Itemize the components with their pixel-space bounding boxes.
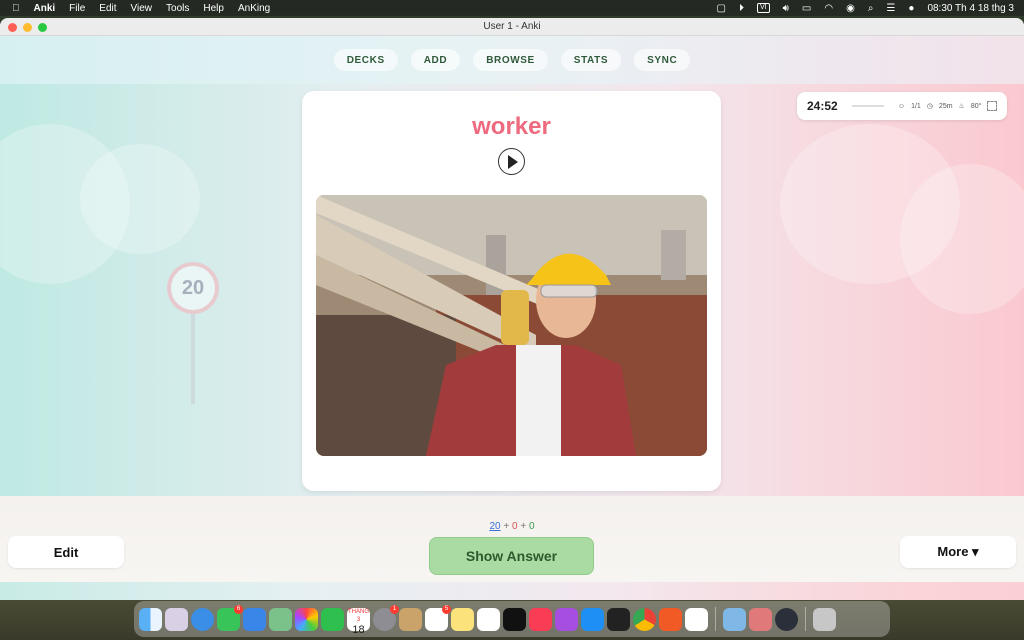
add-button[interactable]: ADD — [410, 49, 461, 71]
dock-separator — [715, 607, 716, 631]
preview-icon[interactable] — [685, 607, 708, 631]
fullscreen-icon[interactable] — [987, 101, 997, 111]
menu-bar:  Anki File Edit View Tools Help AnKing … — [0, 0, 1024, 16]
chrome-icon[interactable] — [633, 607, 656, 631]
more-button[interactable]: More ▾ — [900, 536, 1016, 568]
control-center-icon[interactable]: ☰ — [886, 3, 895, 14]
browse-button[interactable]: BROWSE — [473, 49, 548, 71]
dock-separator — [805, 607, 806, 631]
messages-icon[interactable]: 6 — [217, 604, 243, 631]
new-count: 20 — [489, 521, 501, 532]
timer-time: 24:52 — [807, 99, 838, 113]
timer-target-icon: ♨ — [958, 103, 965, 110]
title-bar: User 1 - Anki — [0, 18, 1024, 36]
menu-clock[interactable]: 08:30 Th 4 18 thg 3 — [927, 3, 1014, 14]
edit-button[interactable]: Edit — [8, 536, 124, 568]
volume-icon[interactable]: 🔊︎ — [783, 3, 789, 14]
media-play-icon[interactable]: ⏵ — [739, 3, 744, 14]
timer-target: 80° — [970, 102, 982, 110]
user-icon[interactable]: ◉ — [846, 3, 855, 14]
menu-tools[interactable]: Tools — [166, 3, 189, 14]
window-title: User 1 - Anki — [483, 21, 541, 32]
count-plus-1: + — [503, 521, 510, 532]
flashcard: worker — [302, 91, 721, 491]
siri-icon[interactable]: ● — [908, 3, 914, 14]
calendar-icon[interactable]: THÁNG 3 18 — [347, 607, 370, 636]
reminders-badge: 5 — [442, 604, 451, 614]
anki-icon[interactable] — [723, 607, 746, 631]
menu-edit[interactable]: Edit — [99, 3, 116, 14]
close-window-button[interactable] — [8, 23, 17, 32]
timer-progress-bar — [851, 105, 884, 107]
sign-pole-decoration — [191, 314, 195, 404]
spotlight-icon[interactable]: ⌕ — [868, 3, 874, 14]
settings-badge: 1 — [390, 604, 399, 614]
screen-mirror-icon[interactable]: ▢ — [717, 3, 726, 14]
dock: 6 THÁNG 3 18 1 5 — [134, 601, 890, 637]
timer-minutes: 25m — [938, 102, 953, 110]
window-controls — [8, 23, 47, 32]
battery-icon[interactable]: ▭ — [802, 3, 811, 14]
menu-anking[interactable]: AnKing — [238, 3, 270, 14]
apple-tv-icon[interactable] — [503, 607, 526, 631]
learn-count: 0 — [512, 521, 518, 532]
menu-app-name[interactable]: Anki — [34, 3, 56, 14]
minimize-window-button[interactable] — [23, 23, 32, 32]
stats-button[interactable]: STATS — [560, 49, 622, 71]
input-source-indicator[interactable]: VI — [756, 3, 770, 13]
count-plus-2: + — [520, 521, 527, 532]
calendar-month: THÁNG 3 — [348, 608, 369, 623]
system-settings-icon[interactable]: 1 — [373, 604, 399, 631]
decks-button[interactable]: DECKS — [333, 49, 398, 71]
mail-icon[interactable] — [243, 607, 266, 631]
music-icon[interactable] — [529, 607, 552, 631]
trash-icon[interactable] — [813, 607, 836, 631]
podcasts-icon[interactable] — [555, 607, 578, 631]
review-count: 0 — [528, 521, 535, 532]
safari-icon[interactable] — [191, 607, 214, 631]
calendar-day: 18 — [352, 623, 365, 636]
messages-badge: 6 — [234, 604, 243, 614]
menu-file[interactable]: File — [69, 3, 85, 14]
review-counts: 20 + 0 + 0 — [0, 521, 1024, 532]
maps-icon[interactable] — [269, 607, 292, 631]
timer-count: 1/1 — [911, 102, 921, 110]
brave-icon[interactable] — [659, 607, 682, 631]
menu-view[interactable]: View — [131, 3, 153, 14]
speed-sign-decoration: 20 — [167, 262, 219, 314]
photos-icon[interactable] — [295, 607, 318, 631]
main-toolbar: DECKS ADD BROWSE STATS SYNC — [0, 36, 1024, 84]
launchpad-icon[interactable] — [165, 607, 188, 631]
menu-help[interactable]: Help — [203, 3, 224, 14]
photo-booth-icon[interactable] — [749, 607, 772, 631]
reminders-icon[interactable]: 5 — [425, 604, 451, 631]
notes-icon[interactable] — [451, 607, 474, 631]
facetime-icon[interactable] — [321, 607, 344, 631]
timer-clock-icon: ◷ — [926, 103, 933, 110]
pomodoro-timer[interactable]: 24:52 ☺ 1/1 ◷ 25m ♨ 80° — [797, 92, 1007, 120]
card-photo — [316, 195, 707, 456]
contacts-icon[interactable] — [399, 607, 422, 631]
finder-icon[interactable] — [139, 607, 162, 631]
freeform-icon[interactable] — [477, 607, 500, 631]
worker-photo-illustration — [316, 195, 707, 456]
background-tree — [80, 144, 200, 254]
wifi-icon[interactable]: ◠ — [824, 3, 833, 14]
show-answer-button[interactable]: Show Answer — [429, 537, 594, 575]
timer-count-icon: ☺ — [897, 102, 906, 110]
maximize-window-button[interactable] — [38, 23, 47, 32]
obs-icon[interactable] — [775, 607, 798, 631]
background-tree — [900, 164, 1024, 314]
play-audio-icon[interactable] — [498, 148, 525, 175]
sync-button[interactable]: SYNC — [634, 49, 691, 71]
app-store-icon[interactable] — [581, 607, 604, 631]
terminal-icon[interactable] — [607, 607, 630, 631]
card-word: worker — [472, 113, 551, 140]
apple-icon[interactable]:  — [12, 3, 20, 14]
